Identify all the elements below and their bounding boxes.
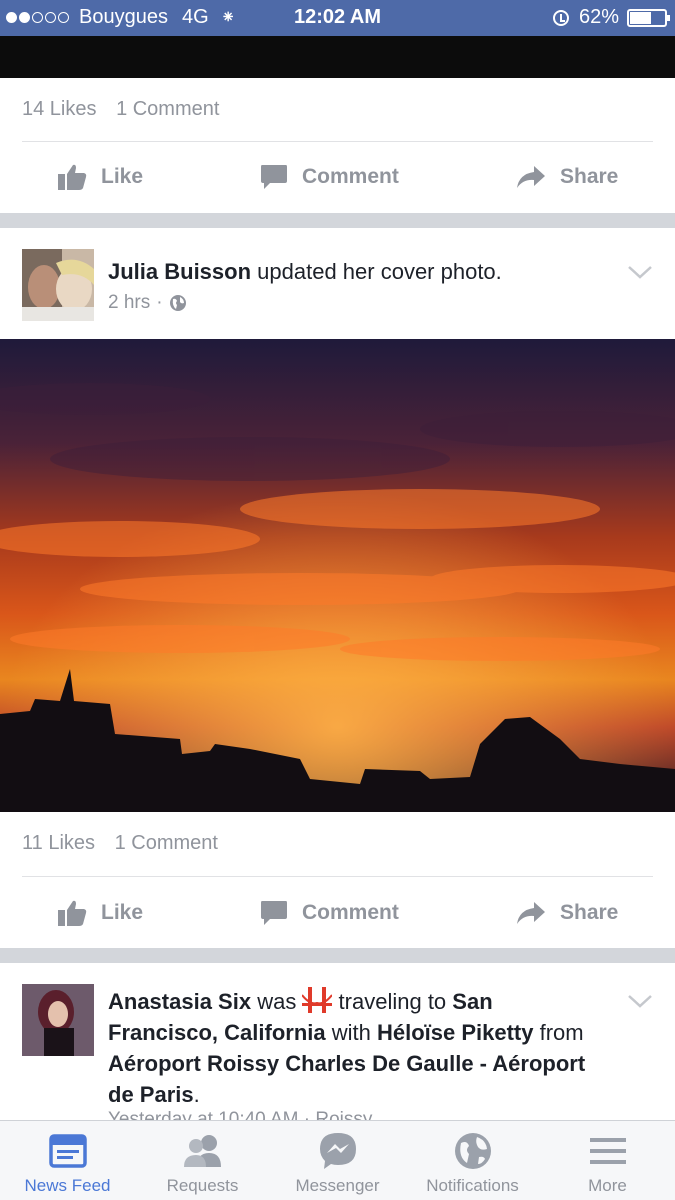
tab-notifications[interactable]: Notifications bbox=[405, 1121, 540, 1200]
author-avatar[interactable] bbox=[22, 249, 94, 321]
tab-news-feed[interactable]: News Feed bbox=[0, 1121, 135, 1200]
tab-label: Requests bbox=[166, 1176, 239, 1195]
post-meta: Yesterday at 10:40 AM · Roissy... bbox=[108, 1109, 387, 1120]
alarm-icon bbox=[552, 9, 569, 26]
tab-messenger[interactable]: Messenger bbox=[270, 1121, 405, 1200]
battery-icon bbox=[627, 8, 670, 27]
golden-gate-bridge-icon bbox=[301, 987, 334, 1013]
notifications-globe-icon bbox=[454, 1133, 491, 1169]
network-type: 4G bbox=[181, 6, 209, 28]
activity-spinner-icon: ⁕ bbox=[220, 7, 236, 27]
tab-label: Notifications bbox=[426, 1176, 519, 1195]
post-actions: Like Comment Share bbox=[0, 142, 675, 212]
tab-more[interactable]: More bbox=[540, 1121, 675, 1200]
messenger-icon bbox=[319, 1133, 356, 1169]
share-button[interactable]: Share bbox=[516, 142, 618, 212]
public-globe-icon bbox=[169, 295, 186, 311]
origin-link[interactable]: Aéroport Roissy Charles De Gaulle - Aéro… bbox=[108, 1051, 585, 1107]
tab-label: Messenger bbox=[295, 1176, 380, 1195]
post-card: 14 Likes 1 Comment Like Comment Share bbox=[0, 78, 675, 213]
battery-percentage: 62% bbox=[578, 6, 619, 28]
likes-count[interactable]: 11 Likes bbox=[22, 832, 95, 854]
post-action-text: updated her cover photo. bbox=[251, 259, 502, 284]
previous-post-image[interactable] bbox=[0, 36, 675, 78]
like-label: Like bbox=[101, 901, 144, 924]
clock: 12:02 AM bbox=[293, 6, 382, 28]
comment-bubble-icon bbox=[261, 901, 287, 925]
comment-button[interactable]: Comment bbox=[260, 878, 399, 948]
with-text: with bbox=[325, 1020, 377, 1045]
share-label: Share bbox=[560, 165, 619, 188]
news-feed-icon bbox=[48, 1134, 87, 1168]
author-name[interactable]: Julia Buisson bbox=[108, 259, 251, 284]
comment-bubble-icon bbox=[261, 165, 287, 189]
like-button[interactable]: Like bbox=[57, 878, 143, 948]
like-label: Like bbox=[101, 165, 144, 188]
status-bar: Bouygues 4G ⁕ 12:02 AM 62% bbox=[0, 0, 675, 36]
bottom-tab-bar: News Feed Requests Messenger Notificatio… bbox=[0, 1120, 675, 1200]
hamburger-menu-icon bbox=[589, 1138, 626, 1164]
comments-count[interactable]: 1 Comment bbox=[115, 832, 218, 854]
period-text: . bbox=[193, 1082, 200, 1107]
chevron-down-icon[interactable] bbox=[627, 991, 653, 1011]
tab-label: More bbox=[588, 1176, 627, 1195]
tab-requests[interactable]: Requests bbox=[135, 1121, 270, 1200]
comments-count[interactable]: 1 Comment bbox=[116, 98, 219, 120]
post-timestamp[interactable]: Yesterday at 10:40 AM · Roissy... bbox=[108, 1109, 387, 1120]
was-text: was bbox=[251, 989, 303, 1014]
companion-link[interactable]: Héloïse Piketty bbox=[377, 1020, 534, 1045]
post-header: Julia Buisson updated her cover photo. bbox=[108, 256, 618, 287]
divider bbox=[22, 876, 653, 877]
post-card: Anastasia Six was traveling to San Franc… bbox=[0, 963, 675, 1120]
share-arrow-icon bbox=[517, 902, 545, 924]
post-header: Anastasia Six was traveling to San Franc… bbox=[108, 985, 598, 1110]
activity-text: traveling to bbox=[332, 989, 453, 1014]
cover-photo[interactable] bbox=[0, 339, 675, 812]
chevron-down-icon[interactable] bbox=[627, 262, 653, 282]
author-name[interactable]: Anastasia Six bbox=[108, 989, 251, 1014]
thumbs-up-icon bbox=[58, 164, 87, 190]
share-arrow-icon bbox=[517, 166, 545, 188]
from-text: from bbox=[533, 1020, 584, 1045]
post-actions: Like Comment Share bbox=[0, 878, 675, 948]
friend-requests-icon bbox=[183, 1135, 221, 1167]
comment-label: Comment bbox=[302, 901, 399, 924]
like-button[interactable]: Like bbox=[57, 142, 143, 212]
post-meta: 2 hrs · bbox=[108, 292, 187, 314]
likes-count[interactable]: 14 Likes bbox=[22, 98, 97, 120]
post-timestamp[interactable]: 2 hrs bbox=[108, 292, 150, 314]
share-button[interactable]: Share bbox=[516, 878, 618, 948]
share-label: Share bbox=[560, 901, 619, 924]
carrier-name: Bouygues bbox=[79, 6, 168, 28]
thumbs-up-icon bbox=[58, 900, 87, 926]
comment-button[interactable]: Comment bbox=[260, 142, 399, 212]
comment-label: Comment bbox=[302, 165, 399, 188]
author-avatar[interactable] bbox=[22, 984, 94, 1056]
signal-strength-icon bbox=[6, 12, 71, 23]
tab-label: News Feed bbox=[24, 1176, 111, 1195]
